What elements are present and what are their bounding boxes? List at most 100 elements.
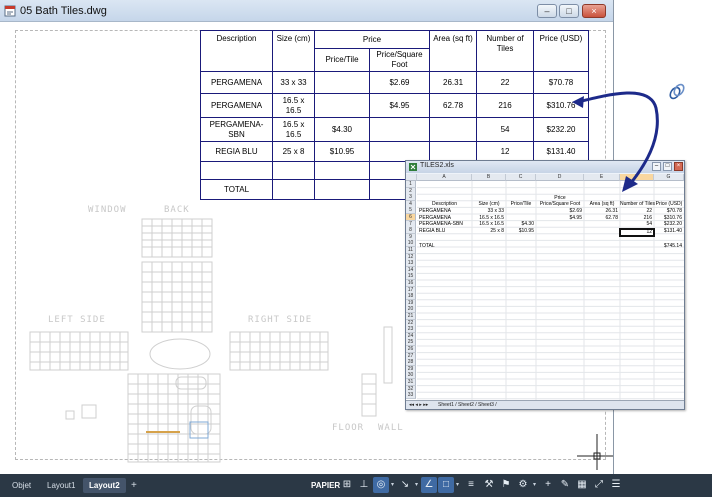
column-header-b[interactable]: B: [472, 174, 506, 181]
label-back: BACK: [164, 205, 190, 215]
cell-d2[interactable]: Price/Square Foot: [536, 201, 584, 208]
header-description: Description: [200, 30, 273, 72]
spreadsheet-grid[interactable]: A B C D E F G 1 2 3 4 5 6 7 8 9 10 11 12 13 14 15 16 17 1…: [406, 174, 684, 400]
select-all-corner[interactable]: [406, 174, 417, 181]
cell-number-of-tiles: 22: [476, 71, 535, 94]
cell-c2[interactable]: Price/Tile: [506, 201, 536, 208]
cell-area: [429, 141, 478, 162]
cell-f2[interactable]: Number of Tiles: [620, 201, 655, 208]
cell-g2[interactable]: Price (USD): [654, 201, 684, 208]
cell-size: [272, 161, 315, 180]
header-price-tile: Price/Tile: [314, 48, 370, 72]
tab-objet[interactable]: Objet: [6, 478, 37, 493]
cell-number-of-tiles: 216: [476, 93, 535, 118]
header-price-usd: Price (USD): [533, 30, 590, 72]
excel-close-button[interactable]: ×: [674, 162, 683, 171]
cell-price-tile: [314, 161, 370, 180]
column-header-c[interactable]: C: [506, 174, 536, 181]
polar-tracking-icon[interactable]: ◎: [373, 477, 389, 493]
window-title: 05 Bath Tiles.dwg: [20, 5, 107, 17]
cell-size: [272, 179, 315, 200]
crosshair-cursor-icon: [577, 434, 613, 470]
sheet-tabs[interactable]: Sheet1 / Sheet2 / Sheet3 /: [438, 401, 497, 410]
row-header[interactable]: 33: [406, 392, 416, 400]
header-area: Area (sq ft): [429, 30, 478, 72]
cell-price-tile: [314, 93, 370, 118]
cell-price-sqft: [368, 141, 431, 162]
table-row: PERGAMENA-SBN 16.5 x 16.5 $4.30 54 $232.…: [200, 117, 590, 142]
cell-g6[interactable]: $131.40: [654, 228, 682, 235]
menu-icon[interactable]: ☰: [608, 477, 624, 493]
annotation-visibility-icon[interactable]: ⚑: [498, 477, 514, 493]
tab-layout2[interactable]: Layout2: [83, 478, 126, 493]
table-row: PERGAMENA 16.5 x 16.5 $4.95 62.78 216 $3…: [200, 93, 590, 118]
cell-d6[interactable]: [536, 228, 582, 235]
cell-number-of-tiles: 54: [476, 117, 535, 142]
chevron-down-icon[interactable]: ▾: [454, 477, 461, 493]
isodraft-icon[interactable]: ↘: [397, 477, 413, 493]
label-floor: FLOOR: [332, 423, 365, 433]
cell-a2[interactable]: Description: [417, 201, 472, 208]
minimize-button[interactable]: –: [537, 4, 557, 18]
maximize-button[interactable]: □: [559, 4, 579, 18]
cell-description: PERGAMENA: [200, 93, 273, 118]
header-number-of-tiles: Number of Tiles: [476, 30, 535, 72]
object-snap-icon[interactable]: □: [438, 477, 454, 493]
header-price: Price: [313, 30, 431, 49]
header-size: Size (cm): [272, 30, 315, 72]
excel-title: TILES2.xls: [420, 162, 454, 169]
status-bar: Objet Layout1 Layout2 + PAPIER ⊞ ⊥ ◎ ▾ ↘…: [0, 474, 712, 497]
grid-icon[interactable]: ⊞: [339, 477, 355, 493]
label-right-side: RIGHT SIDE: [248, 315, 313, 325]
dwg-file-icon: [4, 5, 16, 17]
cell-f6[interactable]: 12: [620, 229, 652, 236]
cell-a9[interactable]: TOTAL: [419, 243, 469, 250]
workspace-gear-icon[interactable]: ⚙: [515, 477, 531, 493]
paper-space-toggle[interactable]: PAPIER: [311, 478, 340, 493]
cell-price-sqft: $4.95: [368, 93, 431, 118]
cell-size: 16.5 x 16.5: [272, 117, 315, 142]
cell-price-sqft: $2.69: [368, 71, 431, 94]
label-wall: WALL: [378, 423, 404, 433]
add-scale-icon[interactable]: +: [540, 477, 556, 493]
add-layout-button[interactable]: +: [131, 478, 137, 493]
cell-size: 25 x 8: [272, 141, 315, 162]
cell-g9[interactable]: $745.14: [654, 243, 682, 250]
cell-price-tile: $10.95: [314, 141, 370, 162]
cell-a6[interactable]: REGIA BLU: [419, 228, 471, 235]
cell-c6[interactable]: $10.95: [506, 228, 534, 235]
label-left-side: LEFT SIDE: [48, 315, 106, 325]
cell-total-label: TOTAL: [200, 179, 273, 200]
chevron-down-icon[interactable]: ▾: [389, 477, 396, 493]
cell-size: 33 x 33: [272, 71, 315, 94]
quick-properties-icon[interactable]: ▦: [574, 477, 590, 493]
cell-e2[interactable]: Area (sq ft): [584, 201, 620, 208]
cell-e6[interactable]: [584, 228, 618, 235]
tab-layout1[interactable]: Layout1: [41, 478, 81, 493]
cell-price-sqft: [368, 117, 431, 142]
column-header-a[interactable]: A: [417, 174, 472, 181]
annotation-scale-icon[interactable]: ⚒: [481, 477, 497, 493]
cell-description: [200, 161, 273, 180]
units-icon[interactable]: ✎: [557, 477, 573, 493]
chevron-down-icon[interactable]: ▾: [413, 477, 420, 493]
sheet-nav-arrows-icon[interactable]: ◂◂ ◂ ▸ ▸▸: [409, 401, 428, 410]
fullscreen-icon[interactable]: ⤢: [591, 477, 607, 493]
snap-icon[interactable]: ⊥: [356, 477, 372, 493]
cell-size: 16.5 x 16.5: [272, 93, 315, 118]
close-button[interactable]: ×: [582, 4, 606, 18]
label-window: WINDOW: [88, 205, 127, 215]
table-row: PERGAMENA 33 x 33 $2.69 26.31 22 $70.78: [200, 71, 590, 94]
lineweight-icon[interactable]: ≡: [463, 477, 479, 493]
chevron-down-icon[interactable]: ▾: [531, 477, 538, 493]
cell-description: PERGAMENA: [200, 71, 273, 94]
cell-price-tile: $4.30: [314, 117, 370, 142]
excel-file-icon: [409, 163, 417, 171]
sheet-tab-bar[interactable]: ◂◂ ◂ ▸ ▸▸ Sheet1 / Sheet2 / Sheet3 /: [406, 400, 684, 409]
link-arrow: [572, 91, 659, 192]
cell-b2[interactable]: Size (cm): [472, 201, 506, 208]
cell-b6[interactable]: 25 x 8: [472, 228, 504, 235]
object-snap-tracking-icon[interactable]: ∠: [421, 477, 437, 493]
title-bar: 05 Bath Tiles.dwg – □ ×: [0, 0, 613, 22]
cell-description: PERGAMENA-SBN: [200, 117, 273, 142]
